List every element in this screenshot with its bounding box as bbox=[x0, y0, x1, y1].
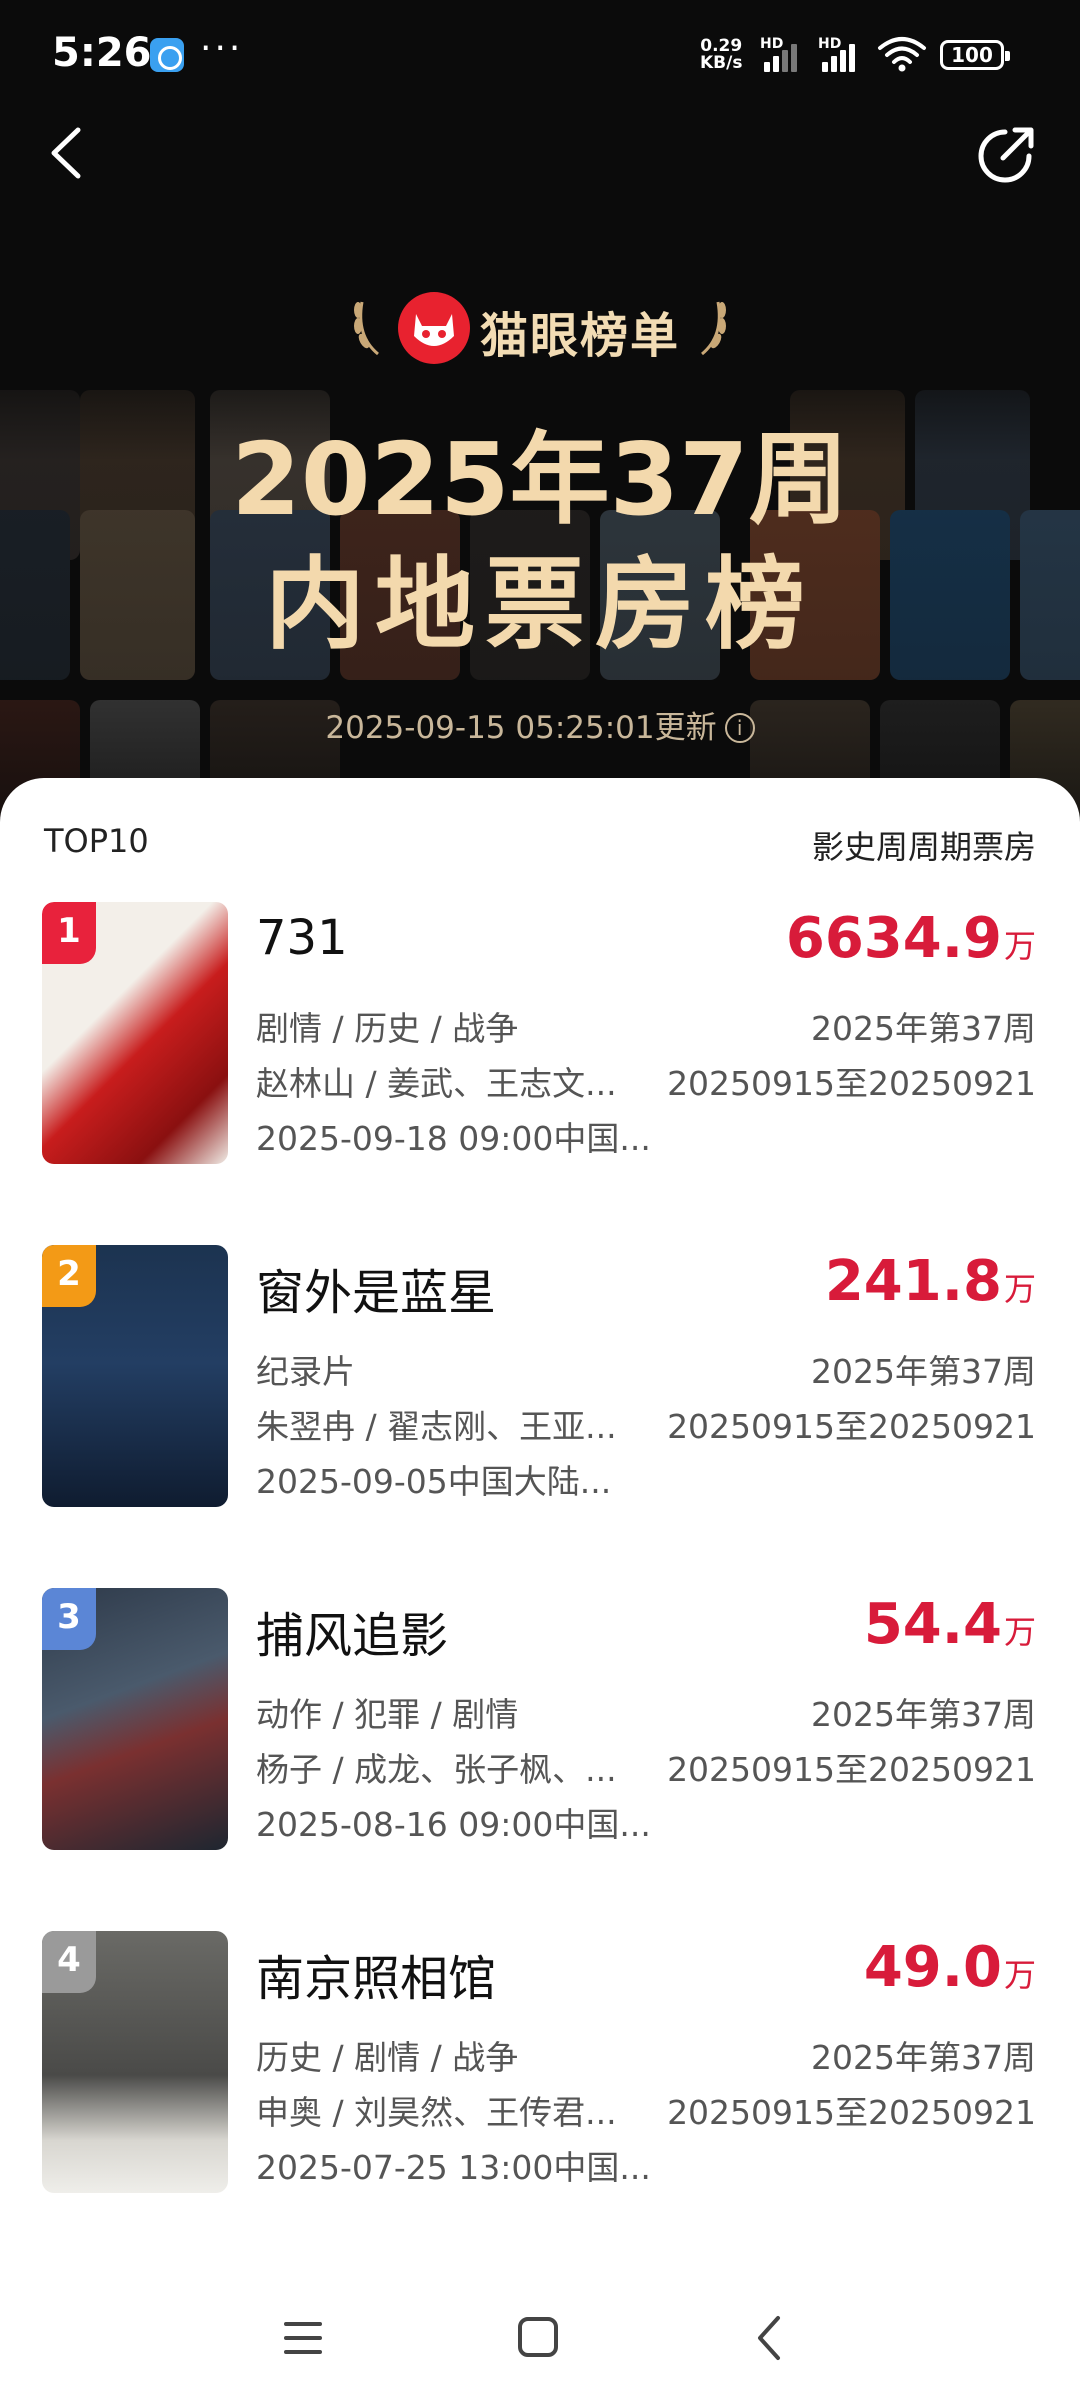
movie-release: 2025-07-25 13:00中国... bbox=[256, 2148, 651, 2187]
battery-icon: 100 bbox=[940, 40, 1010, 70]
box-office: 54.4万 bbox=[864, 1592, 1036, 1657]
movie-title[interactable]: 南京照相馆 bbox=[256, 1939, 496, 2009]
movie-row[interactable]: 4 南京照相馆 49.0万 历史 / 剧情 / 战争 申奥 / 刘昊然、王传君.… bbox=[0, 1931, 1080, 2193]
wifi-icon bbox=[878, 37, 926, 72]
movie-row[interactable]: 2 窗外是蓝星 241.8万 纪录片 朱翌冉 / 翟志刚、王亚... 2025-… bbox=[0, 1245, 1080, 1507]
rank-badge: 4 bbox=[42, 1931, 96, 1993]
box-office-unit: 万 bbox=[1003, 1613, 1036, 1651]
network-speed-unit: KB/s bbox=[700, 53, 743, 73]
more-notifications-icon: ··· bbox=[200, 28, 244, 69]
movie-week: 2025年第37周 bbox=[811, 1352, 1036, 1391]
update-time: 2025-09-15 05:25:01更新 i bbox=[0, 702, 1080, 747]
rank-badge: 3 bbox=[42, 1588, 96, 1650]
movie-poster[interactable]: 3 bbox=[42, 1588, 228, 1850]
page-title-line1: 2025年37周 bbox=[231, 421, 849, 538]
box-office: 6634.9万 bbox=[786, 906, 1036, 971]
movie-period: 20250915至20250921 bbox=[667, 1750, 1036, 1789]
box-office-value: 49.0 bbox=[863, 1935, 1002, 2000]
laurel-right-icon bbox=[701, 301, 726, 356]
box-office-value: 54.4 bbox=[863, 1592, 1002, 1657]
movie-title[interactable]: 捕风追影 bbox=[256, 1596, 448, 1666]
cell-signal-1-icon: HD bbox=[760, 36, 806, 72]
movie-genres: 动作 / 犯罪 / 剧情 bbox=[256, 1695, 519, 1734]
movie-period: 20250915至20250921 bbox=[667, 1407, 1036, 1446]
box-office: 49.0万 bbox=[864, 1935, 1036, 2000]
list-header-history-box-office[interactable]: 影史周周期票房 bbox=[812, 822, 1036, 868]
signal-1-label: HD bbox=[760, 36, 784, 52]
brand-banner: 猫眼榜单 bbox=[0, 290, 1080, 370]
ranking-list: TOP10 影史周周期票房 1 731 6634.9万 剧情 / 历史 / 战争… bbox=[0, 778, 1080, 2400]
box-office-value: 241.8 bbox=[824, 1249, 1002, 1314]
box-office-unit: 万 bbox=[1003, 1270, 1036, 1308]
movie-release: 2025-08-16 09:00中国... bbox=[256, 1805, 651, 1844]
movie-period: 20250915至20250921 bbox=[667, 2093, 1036, 2132]
movie-title[interactable]: 731 bbox=[256, 910, 348, 966]
movie-week: 2025年第37周 bbox=[811, 1695, 1036, 1734]
back-button[interactable] bbox=[40, 118, 100, 188]
signal-2-label: HD bbox=[818, 36, 842, 52]
maoyan-cat-logo bbox=[398, 292, 470, 364]
movie-genres: 剧情 / 历史 / 战争 bbox=[256, 1009, 519, 1048]
movie-genres: 历史 / 剧情 / 战争 bbox=[256, 2038, 519, 2077]
home-button-icon[interactable] bbox=[502, 2308, 572, 2368]
movie-director-cast: 朱翌冉 / 翟志刚、王亚... bbox=[256, 1407, 617, 1446]
rank-badge: 2 bbox=[42, 1245, 96, 1307]
movie-period: 20250915至20250921 bbox=[667, 1064, 1036, 1103]
movie-director-cast: 申奥 / 刘昊然、王传君... bbox=[256, 2093, 617, 2132]
movie-director-cast: 赵林山 / 姜武、王志文... bbox=[256, 1064, 617, 1103]
brand-name: 猫眼榜单 bbox=[480, 308, 681, 364]
share-button[interactable] bbox=[975, 122, 1039, 186]
movie-director-cast: 杨子 / 成龙、张子枫、... bbox=[256, 1750, 617, 1789]
movie-title[interactable]: 窗外是蓝星 bbox=[256, 1253, 496, 1323]
system-back-icon[interactable] bbox=[736, 2308, 806, 2368]
list-header-top10: TOP10 bbox=[44, 822, 149, 860]
box-office-value: 6634.9 bbox=[785, 906, 1002, 971]
network-speed: 0.29 KB/s bbox=[700, 38, 742, 72]
laurel-left-icon bbox=[354, 301, 379, 356]
cell-signal-2-icon: HD bbox=[818, 36, 864, 72]
movie-poster[interactable]: 1 bbox=[42, 902, 228, 1164]
info-icon[interactable]: i bbox=[724, 713, 755, 743]
movie-poster[interactable]: 2 bbox=[42, 1245, 228, 1507]
movie-row[interactable]: 1 731 6634.9万 剧情 / 历史 / 战争 赵林山 / 姜武、王志文.… bbox=[0, 902, 1080, 1164]
system-nav-bar bbox=[0, 2280, 1080, 2400]
movie-week: 2025年第37周 bbox=[811, 2038, 1036, 2077]
movie-row[interactable]: 3 捕风追影 54.4万 动作 / 犯罪 / 剧情 杨子 / 成龙、张子枫、..… bbox=[0, 1588, 1080, 1850]
movie-poster[interactable]: 4 bbox=[42, 1931, 228, 2193]
rank-badge: 1 bbox=[42, 902, 96, 964]
header: 5:26 ··· 0.29 KB/s HD HD 100 猫眼榜单 2025年3… bbox=[0, 0, 1080, 820]
box-office: 241.8万 bbox=[825, 1249, 1036, 1314]
update-time-text: 2025-09-15 05:25:01更新 bbox=[325, 710, 717, 746]
box-office-unit: 万 bbox=[1003, 1956, 1036, 1994]
status-bar: 5:26 ··· 0.29 KB/s HD HD 100 bbox=[0, 0, 1080, 110]
recents-menu-icon[interactable] bbox=[268, 2308, 338, 2368]
movie-release: 2025-09-05中国大陆... bbox=[256, 1462, 612, 1501]
movie-release: 2025-09-18 09:00中国... bbox=[256, 1119, 651, 1158]
box-office-unit: 万 bbox=[1003, 927, 1036, 965]
movie-genres: 纪录片 bbox=[256, 1352, 355, 1391]
notification-app-icon bbox=[150, 38, 184, 72]
movie-week: 2025年第37周 bbox=[811, 1009, 1036, 1048]
page-title-line2: 内地票房榜 bbox=[265, 546, 815, 663]
status-time: 5:26 bbox=[52, 30, 152, 76]
